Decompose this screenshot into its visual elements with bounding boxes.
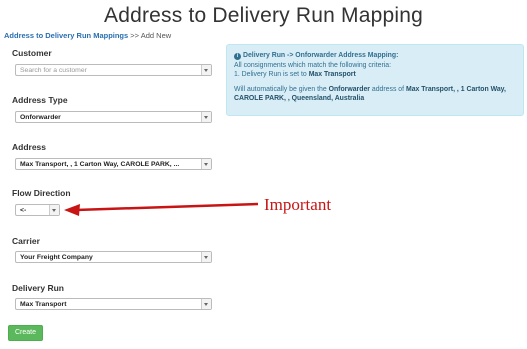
important-annotation: Important xyxy=(264,195,332,214)
annotation-arrow-icon xyxy=(64,202,259,216)
